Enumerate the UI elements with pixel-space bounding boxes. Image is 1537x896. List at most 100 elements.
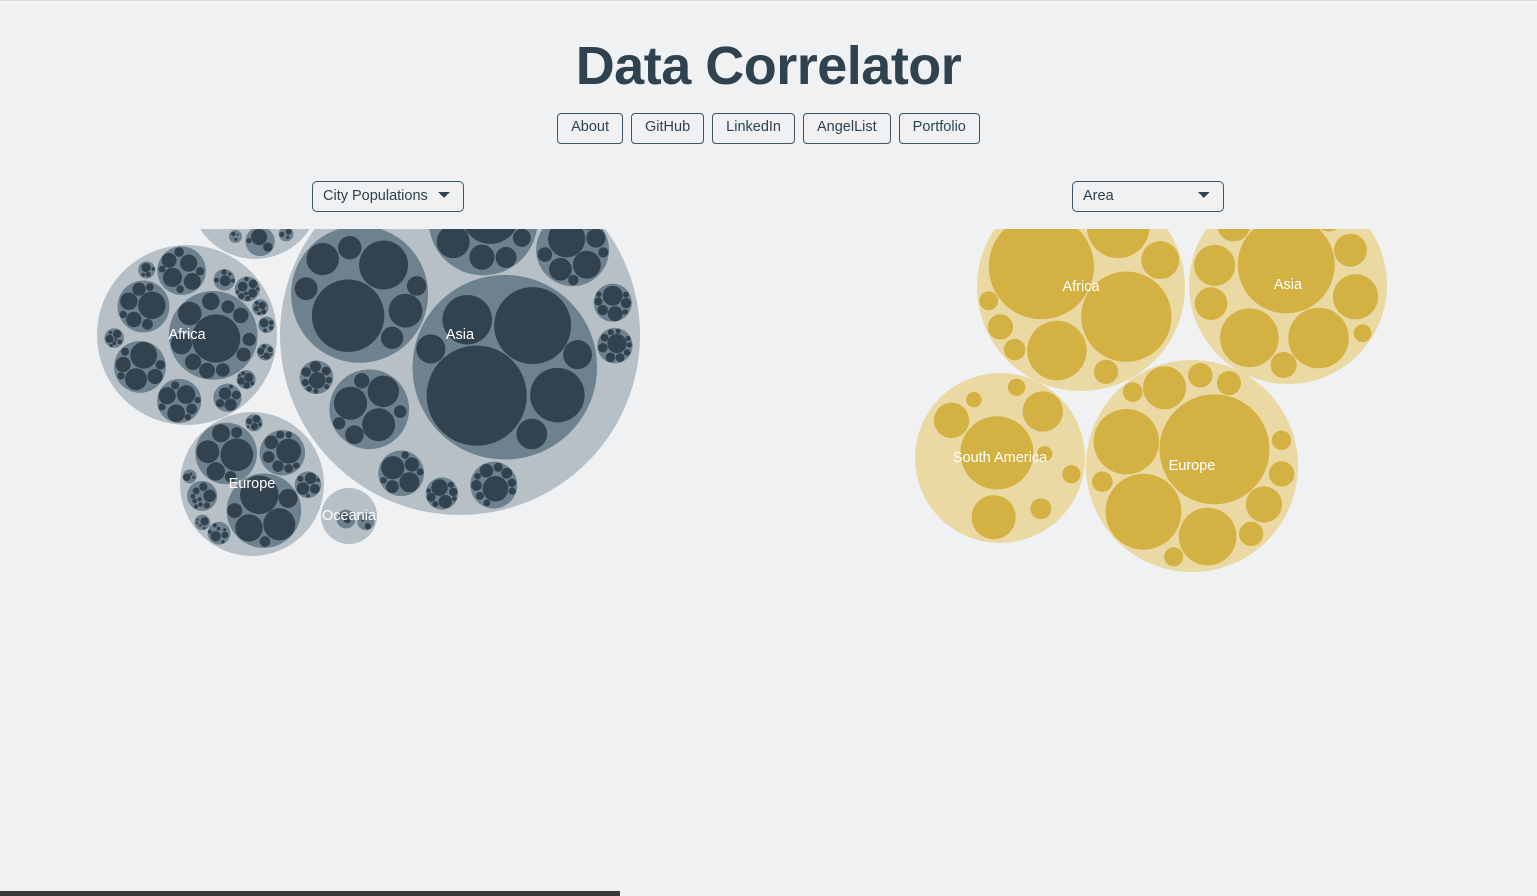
city-circle[interactable] bbox=[426, 345, 527, 446]
city-circle[interactable] bbox=[240, 475, 279, 515]
city-circle[interactable] bbox=[293, 462, 300, 469]
city-circle[interactable] bbox=[210, 531, 221, 542]
city-circle[interactable] bbox=[399, 472, 420, 493]
city-circle[interactable] bbox=[158, 403, 166, 411]
country-circle[interactable] bbox=[1194, 287, 1228, 320]
country-circle[interactable] bbox=[1271, 430, 1292, 451]
city-circle[interactable] bbox=[161, 252, 177, 268]
city-circle[interactable] bbox=[246, 418, 253, 425]
country-circle[interactable] bbox=[971, 495, 1016, 540]
city-circle[interactable] bbox=[212, 523, 217, 528]
city-circle[interactable] bbox=[198, 502, 203, 507]
city-circle[interactable] bbox=[145, 272, 151, 278]
pack-group-africa[interactable]: Africa bbox=[97, 245, 277, 425]
city-circle[interactable] bbox=[620, 297, 632, 309]
city-circle[interactable] bbox=[401, 451, 409, 459]
city-circle[interactable] bbox=[117, 339, 123, 345]
country-circle[interactable] bbox=[1142, 366, 1187, 410]
country-circle[interactable] bbox=[1334, 233, 1367, 267]
city-circle[interactable] bbox=[432, 501, 439, 508]
city-circle[interactable] bbox=[297, 475, 304, 482]
city-circle[interactable] bbox=[294, 277, 318, 301]
country-circle[interactable] bbox=[1030, 498, 1052, 520]
country-circle[interactable] bbox=[1122, 382, 1143, 403]
city-circle[interactable] bbox=[258, 301, 266, 310]
city-circle[interactable] bbox=[245, 295, 251, 302]
city-circle[interactable] bbox=[105, 334, 114, 343]
city-circle[interactable] bbox=[158, 265, 166, 273]
city-circle[interactable] bbox=[108, 330, 113, 335]
city-circle[interactable] bbox=[257, 347, 265, 355]
city-circle[interactable] bbox=[333, 386, 368, 420]
city-circle[interactable] bbox=[211, 424, 230, 443]
city-circle[interactable] bbox=[549, 257, 572, 281]
city-circle[interactable] bbox=[625, 335, 631, 341]
city-circle[interactable] bbox=[263, 352, 271, 360]
city-circle[interactable] bbox=[483, 499, 491, 507]
city-circle[interactable] bbox=[250, 422, 258, 430]
country-circle[interactable] bbox=[1332, 274, 1379, 320]
city-circle[interactable] bbox=[343, 516, 351, 524]
city-circle[interactable] bbox=[475, 491, 484, 500]
city-circle[interactable] bbox=[615, 353, 625, 362]
city-circle[interactable] bbox=[206, 462, 225, 481]
city-circle[interactable] bbox=[237, 281, 248, 292]
city-circle[interactable] bbox=[155, 359, 166, 370]
left-bubble-chart[interactable]: AsiaAfricaSouth AmericaNorth AmericaEuro… bbox=[70, 229, 790, 829]
city-circle[interactable] bbox=[311, 279, 385, 352]
country-circle[interactable] bbox=[1022, 391, 1063, 432]
city-circle[interactable] bbox=[223, 528, 227, 532]
city-circle[interactable] bbox=[158, 387, 176, 405]
city-circle[interactable] bbox=[607, 329, 614, 336]
city-circle[interactable] bbox=[516, 418, 548, 450]
city-circle[interactable] bbox=[404, 457, 420, 472]
country-circle[interactable] bbox=[1037, 446, 1053, 462]
country-circle[interactable] bbox=[1178, 507, 1237, 566]
city-circle[interactable] bbox=[276, 438, 302, 464]
city-circle[interactable] bbox=[361, 519, 364, 522]
city-circle[interactable] bbox=[235, 290, 240, 294]
left-dataset-select[interactable]: City PopulationsAreaPopulationGDPLife Ex… bbox=[312, 180, 464, 212]
right-circle-pack-svg[interactable]: AsiaAfricaNorth AmericaSouth AmericaEuro… bbox=[880, 229, 1480, 829]
city-circle[interactable] bbox=[151, 267, 155, 271]
city-circle[interactable] bbox=[202, 292, 220, 311]
city-circle[interactable] bbox=[126, 311, 142, 328]
country-circle[interactable] bbox=[1270, 351, 1297, 379]
city-circle[interactable] bbox=[232, 307, 249, 324]
city-circle[interactable] bbox=[586, 229, 606, 248]
city-circle[interactable] bbox=[229, 384, 234, 389]
city-circle[interactable] bbox=[600, 333, 609, 342]
city-circle[interactable] bbox=[192, 475, 196, 479]
city-circle[interactable] bbox=[359, 240, 409, 290]
country-circle[interactable] bbox=[1268, 461, 1295, 487]
country-circle[interactable] bbox=[1216, 370, 1242, 396]
city-circle[interactable] bbox=[235, 514, 263, 542]
city-circle[interactable] bbox=[215, 399, 225, 408]
country-circle[interactable] bbox=[228, 229, 243, 243]
city-circle[interactable] bbox=[170, 333, 192, 355]
city-circle[interactable] bbox=[243, 381, 251, 389]
city-circle[interactable] bbox=[598, 342, 608, 353]
city-circle[interactable] bbox=[345, 425, 364, 445]
city-circle[interactable] bbox=[194, 397, 201, 404]
right-bubble-chart[interactable]: AsiaAfricaNorth AmericaSouth AmericaEuro… bbox=[880, 229, 1480, 829]
city-circle[interactable] bbox=[230, 278, 235, 283]
city-circle[interactable] bbox=[227, 272, 232, 276]
country-circle[interactable] bbox=[1105, 473, 1182, 550]
city-circle[interactable] bbox=[244, 276, 249, 282]
city-circle[interactable] bbox=[114, 338, 118, 341]
city-circle[interactable] bbox=[259, 318, 269, 328]
city-circle[interactable] bbox=[393, 405, 407, 418]
city-circle[interactable] bbox=[385, 480, 399, 494]
city-circle[interactable] bbox=[224, 398, 237, 411]
country-circle[interactable] bbox=[966, 391, 982, 408]
city-circle[interactable] bbox=[219, 275, 231, 287]
city-circle[interactable] bbox=[597, 304, 608, 316]
country-circle[interactable] bbox=[1159, 394, 1270, 505]
city-circle[interactable] bbox=[231, 427, 243, 439]
city-circle[interactable] bbox=[416, 468, 424, 476]
city-circle[interactable] bbox=[333, 417, 346, 430]
city-circle[interactable] bbox=[272, 460, 284, 472]
city-circle[interactable] bbox=[285, 431, 292, 439]
city-circle[interactable] bbox=[572, 250, 601, 279]
